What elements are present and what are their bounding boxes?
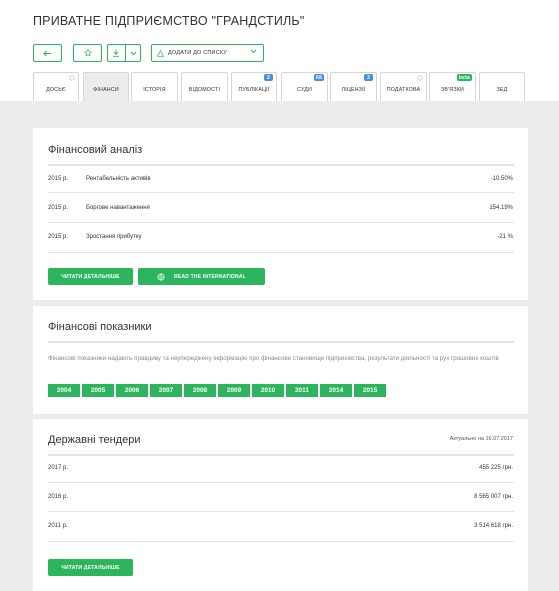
read-more-button[interactable]: ЧИТАТИ ДЕТАЛЬНІШЕ: [48, 268, 133, 285]
globe-icon: [157, 272, 165, 281]
count-badge: 3: [364, 74, 373, 81]
row-value: 8 565 007 грн.: [474, 494, 513, 500]
tab-label: ЗВ'ЯЗКИ: [440, 87, 465, 93]
row-year: 2015 р.: [48, 205, 69, 211]
chevron-down-icon[interactable]: [130, 51, 137, 56]
tab-dossier[interactable]: ДОСЬЄ: [33, 72, 79, 101]
tab-connections[interactable]: ЗВ'ЯЗКИ beta: [429, 72, 476, 101]
arrow-left-icon: [43, 50, 51, 56]
tab-tax[interactable]: ПОДАТКОВА: [380, 72, 427, 101]
tab-courts[interactable]: СУДИ 68: [281, 72, 328, 101]
card-title: Фінансовий аналіз: [48, 144, 143, 156]
divider: [48, 222, 514, 223]
year-button[interactable]: 2014: [320, 384, 352, 397]
year-button[interactable]: 2007: [150, 384, 182, 397]
button-label: READ THE INTERNATIONAL: [174, 273, 246, 280]
divider: [48, 541, 514, 542]
add-to-list-label: ДОДАТИ ДО СПИСКУ: [168, 50, 228, 56]
row-value: -10.50%: [490, 176, 513, 182]
row-value: -21 %: [497, 234, 513, 240]
year-button[interactable]: 2006: [116, 384, 148, 397]
tab-label: ІСТОРІЯ: [143, 87, 166, 93]
tab-label: ФІНАНСИ: [93, 87, 119, 93]
count-badge: 2: [264, 74, 273, 81]
financial-analysis-card: Фінансовий аналіз 2015 р. Рентабельність…: [33, 128, 528, 300]
tab-label: ЛІЦЕНЗІЇ: [341, 87, 366, 93]
refresh-icon: [69, 75, 75, 81]
tab-label: ПОДАТКОВА: [386, 87, 421, 93]
year-button[interactable]: 2015: [354, 384, 386, 397]
row-label: Зростання прибутку: [86, 234, 142, 240]
divider: [48, 482, 514, 483]
year-button[interactable]: 2004: [48, 384, 80, 397]
back-button[interactable]: [33, 44, 62, 62]
divider: [48, 252, 514, 253]
card-title: Фінансові показники: [48, 321, 152, 333]
divider: [48, 341, 514, 343]
state-tenders-card: Державні тендери Актуально на 16.07.2017…: [33, 419, 528, 591]
financial-indicators-card: Фінансові показники Фінансові показники …: [33, 306, 528, 414]
divider: [48, 511, 514, 512]
refresh-icon: [417, 75, 423, 81]
favorite-button[interactable]: [73, 44, 102, 62]
beta-badge: beta: [456, 74, 472, 81]
download-icon: [113, 49, 119, 57]
row-year: 2011 р.: [48, 523, 68, 529]
tab-records[interactable]: ВІДОМОСТІ: [181, 72, 228, 101]
card-title: Державні тендери: [48, 434, 141, 446]
tab-label: ЗЕД: [496, 87, 508, 93]
tab-foreign-trade[interactable]: ЗЕД: [479, 72, 525, 101]
add-to-list-dropdown[interactable]: ДОДАТИ ДО СПИСКУ: [151, 44, 264, 62]
row-value: 3 514 618 грн.: [474, 523, 513, 529]
warning-triangle-icon: [157, 49, 164, 57]
tab-bar: ДОСЬЄ ФІНАНСИ ІСТОРІЯ ВІДОМОСТІ ПУБЛІКАЦ…: [33, 72, 559, 101]
row-value: 455 225 грн.: [479, 465, 513, 471]
row-label: Боргове навантаження: [86, 205, 150, 211]
description-text: Фінансові показники надають правдиву та …: [48, 355, 499, 362]
row-year: 2015 р.: [48, 176, 69, 182]
read-more-button[interactable]: ЧИТАТИ ДЕТАЛЬНІШЕ: [48, 559, 133, 576]
chevron-down-icon: [250, 49, 257, 54]
row-year: 2015 р.: [48, 234, 69, 240]
tab-finances[interactable]: ФІНАНСИ: [83, 72, 129, 101]
actuality-note: Актуально на 16.07.2017: [449, 436, 513, 442]
year-button[interactable]: 2010: [252, 384, 284, 397]
read-international-button[interactable]: READ THE INTERNATIONAL: [138, 268, 265, 285]
main-content: Фінансовий аналіз 2015 р. Рентабельність…: [0, 101, 559, 591]
row-label: Рентабельність активів: [86, 176, 151, 182]
year-button[interactable]: 2009: [218, 384, 250, 397]
count-badge: 68: [314, 74, 324, 81]
row-year: 2016 р.: [48, 494, 69, 500]
row-year: 2017 р.: [48, 465, 69, 471]
year-button[interactable]: 2008: [184, 384, 216, 397]
divider: [48, 164, 514, 166]
tab-label: ПУБЛІКАЦІЇ: [238, 87, 270, 93]
page-header: ПРИВАТНЕ ПІДПРИЄМСТВО "ГРАНДСТИЛЬ" ДОДАТ…: [0, 0, 559, 101]
download-button[interactable]: [107, 44, 141, 62]
star-icon: [83, 49, 92, 57]
tab-label: ВІДОМОСТІ: [188, 87, 221, 93]
tab-publications[interactable]: ПУБЛІКАЦІЇ 2: [231, 72, 277, 101]
divider: [48, 454, 514, 456]
tab-label: ДОСЬЄ: [46, 87, 66, 93]
divider: [48, 192, 514, 193]
tab-label: СУДИ: [297, 87, 312, 93]
tab-history[interactable]: ІСТОРІЯ: [131, 72, 178, 101]
year-button[interactable]: 2005: [82, 384, 114, 397]
tab-licenses[interactable]: ЛІЦЕНЗІЇ 3: [330, 72, 377, 101]
year-buttons: 2004 2005 2006 2007 2008 2009 2010 2011 …: [48, 384, 386, 397]
row-value: 154.19%: [489, 205, 513, 211]
year-button[interactable]: 2011: [286, 384, 318, 397]
button-divider: [125, 45, 126, 61]
page-title: ПРИВАТНЕ ПІДПРИЄМСТВО "ГРАНДСТИЛЬ": [33, 14, 305, 28]
